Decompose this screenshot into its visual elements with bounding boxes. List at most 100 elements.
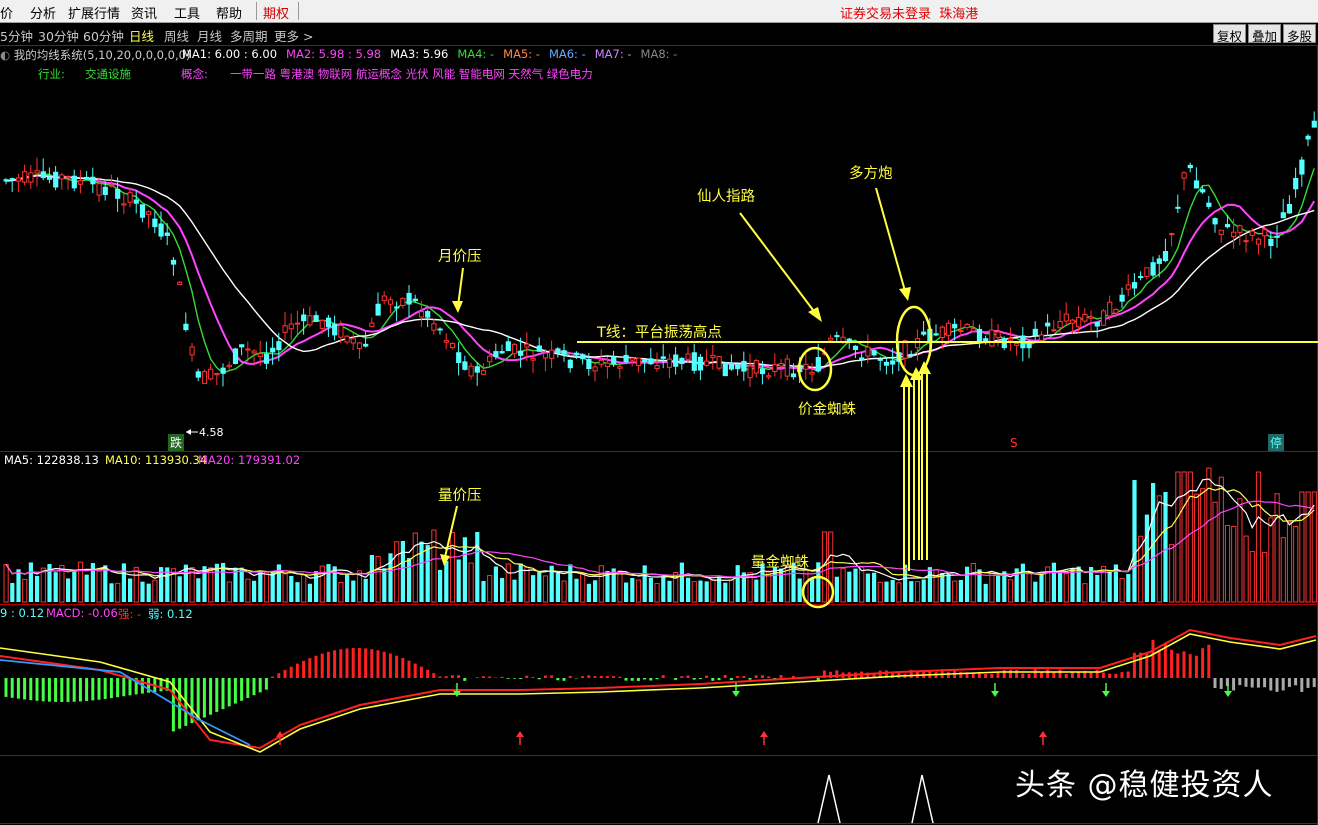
volume-bar bbox=[319, 565, 325, 603]
candle-body bbox=[1237, 225, 1243, 233]
candle-body bbox=[164, 232, 170, 236]
macd-bar bbox=[1151, 639, 1155, 678]
macd-bar bbox=[438, 676, 442, 678]
candle-body bbox=[784, 358, 790, 377]
candle-body bbox=[270, 347, 276, 353]
candle-body bbox=[586, 358, 592, 370]
candle-body bbox=[493, 351, 499, 358]
macd-bar bbox=[1275, 678, 1279, 692]
volume-bar bbox=[1144, 514, 1149, 602]
candle-body bbox=[28, 172, 34, 183]
candle-body bbox=[1125, 284, 1131, 290]
candle-body bbox=[276, 341, 282, 351]
candle-body bbox=[1249, 230, 1255, 236]
candle-body bbox=[741, 360, 747, 372]
candle-body bbox=[363, 343, 369, 347]
volume-bar bbox=[927, 567, 932, 602]
macd-bar bbox=[209, 678, 213, 715]
marker-die[interactable]: 跌 bbox=[168, 434, 185, 451]
volume-bar bbox=[103, 565, 108, 602]
candle-body bbox=[1045, 322, 1051, 327]
candle-body bbox=[883, 361, 890, 366]
marker-ting[interactable]: 停 bbox=[1268, 434, 1285, 451]
candle-body bbox=[1063, 313, 1069, 322]
candle-body bbox=[778, 363, 784, 367]
candle-body bbox=[381, 295, 387, 302]
candle-body bbox=[1268, 238, 1274, 247]
candle-body bbox=[1169, 233, 1175, 236]
macd-bar bbox=[1244, 678, 1248, 687]
volume-bar bbox=[537, 572, 542, 602]
volume-bar bbox=[121, 563, 126, 602]
candle-body bbox=[691, 352, 697, 371]
macd-bar bbox=[475, 677, 479, 678]
volume-bar bbox=[853, 568, 858, 602]
volume-bar bbox=[1231, 525, 1237, 603]
volume-bar bbox=[28, 562, 33, 602]
volume-bar bbox=[412, 532, 418, 603]
volume-bar bbox=[1224, 524, 1231, 603]
macd-bar bbox=[1021, 673, 1025, 678]
volume-bar bbox=[115, 582, 121, 603]
volume-bar bbox=[1280, 537, 1286, 603]
candle-body bbox=[1119, 294, 1125, 302]
candle-body bbox=[1113, 309, 1119, 314]
candle-body bbox=[970, 328, 976, 332]
volume-bar bbox=[865, 573, 870, 602]
candle-body bbox=[592, 366, 598, 372]
ma-legend-item: MA7: - bbox=[594, 47, 632, 61]
ma-legend-item: MA3: 5.96 bbox=[390, 47, 449, 61]
macd-bar bbox=[612, 676, 616, 678]
macd-bar bbox=[23, 678, 27, 700]
arrowhead bbox=[899, 287, 911, 301]
volume-bar bbox=[512, 579, 517, 602]
candle-body bbox=[257, 353, 263, 358]
candle-body bbox=[995, 331, 1001, 339]
volume-bar bbox=[654, 583, 660, 603]
volume-bar bbox=[449, 532, 456, 603]
candle-body bbox=[704, 360, 710, 366]
ma-legend-item: MA6: - bbox=[548, 47, 586, 61]
volume-bar bbox=[958, 580, 963, 602]
volume-bar bbox=[933, 568, 939, 603]
macd-bar bbox=[649, 678, 653, 681]
candle-body bbox=[871, 350, 877, 356]
concept-list[interactable]: 一带一路 粤港澳 物联网 航运概念 光伏 风能 智能电网 天然气 绿色电力 bbox=[230, 66, 593, 82]
arrowhead bbox=[440, 554, 450, 566]
macd-bar bbox=[1232, 678, 1236, 691]
macd-bar bbox=[1046, 669, 1050, 678]
volume-bar bbox=[524, 566, 530, 603]
chart-canvas[interactable] bbox=[0, 0, 1318, 825]
candle-body bbox=[152, 218, 158, 228]
macd-bar bbox=[1064, 673, 1068, 678]
candle-body bbox=[177, 281, 183, 286]
candle-body bbox=[989, 329, 995, 347]
macd-bar bbox=[1287, 678, 1291, 687]
volume-bar bbox=[66, 578, 71, 602]
industry-label: 行业: bbox=[38, 67, 65, 81]
macd-dif: 9 : 0.12 bbox=[0, 606, 45, 620]
volume-bar bbox=[723, 582, 728, 602]
volume-bar bbox=[1039, 573, 1044, 602]
macd-bar bbox=[630, 678, 634, 681]
ma-system-icon: ◐ bbox=[0, 48, 11, 62]
candle-body bbox=[976, 328, 983, 343]
volume-bar bbox=[314, 571, 319, 602]
macd-bar bbox=[643, 678, 647, 680]
macd-bar bbox=[550, 675, 554, 678]
candle-body bbox=[406, 292, 412, 305]
volume-bar bbox=[686, 577, 691, 602]
macd-bar bbox=[1250, 678, 1254, 688]
macd-bar bbox=[488, 676, 492, 678]
signal-arrow-head bbox=[1224, 691, 1232, 697]
candle-body bbox=[189, 346, 195, 356]
candle-body bbox=[890, 360, 896, 365]
volume-bar bbox=[555, 572, 560, 602]
volume-bar bbox=[983, 583, 988, 602]
marker-s[interactable]: S bbox=[1010, 436, 1018, 450]
candle-body bbox=[65, 176, 71, 179]
signal-peaks bbox=[817, 774, 934, 824]
macd-bar bbox=[1256, 678, 1260, 688]
candle-body bbox=[77, 180, 84, 185]
macd-bar bbox=[16, 678, 20, 699]
